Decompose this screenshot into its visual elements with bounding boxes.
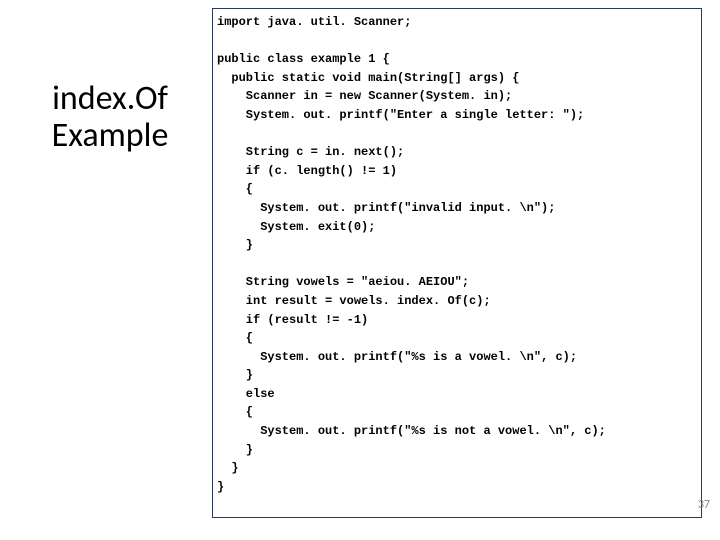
slide-title: index.Of Example	[20, 80, 200, 155]
code-box: import java. util. Scanner; public class…	[212, 8, 702, 518]
code-content: import java. util. Scanner; public class…	[217, 13, 697, 496]
title-line1: index.Of	[20, 80, 200, 117]
slide-number: 37	[698, 498, 710, 512]
title-line2: Example	[20, 117, 200, 154]
